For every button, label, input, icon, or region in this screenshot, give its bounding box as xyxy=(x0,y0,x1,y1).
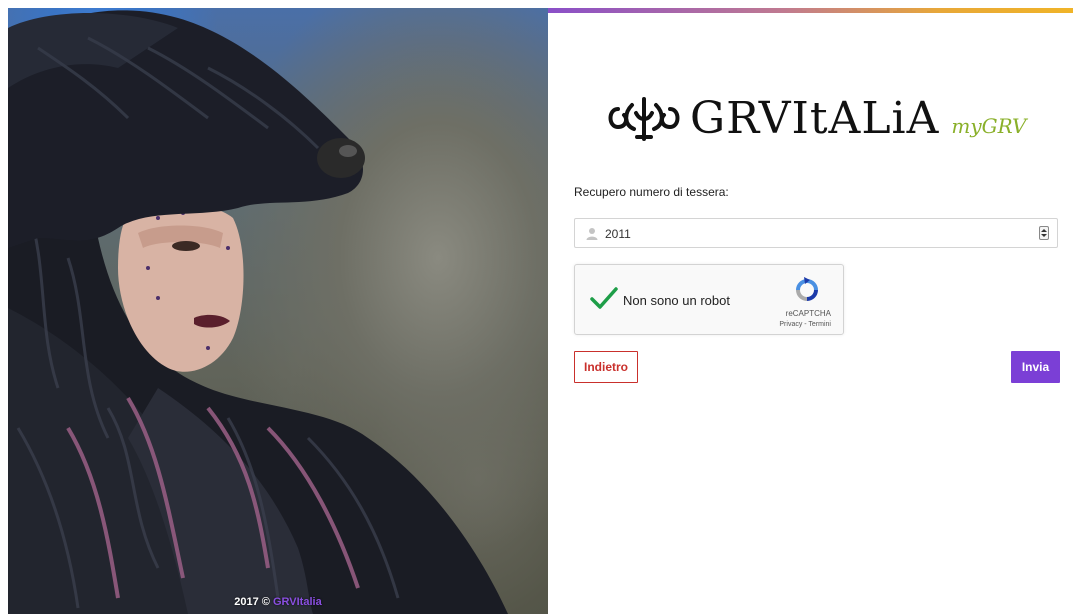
recaptcha-logo-icon xyxy=(796,277,818,301)
logo-symbol-icon xyxy=(608,97,680,141)
checkmark-icon[interactable] xyxy=(589,285,619,311)
form-panel: GRVItALiA myGRV Recupero numero di tesse… xyxy=(548,13,1073,614)
back-button[interactable]: Indietro xyxy=(574,351,638,383)
background-photo: 2017 © GRVItalia xyxy=(8,8,548,614)
send-button[interactable]: Invia xyxy=(1011,351,1060,383)
captcha-label: Non sono un robot xyxy=(623,293,730,308)
captcha-brand: reCAPTCHA xyxy=(785,309,831,318)
logo-text: GRVItALiA xyxy=(690,93,940,144)
page: 2017 © GRVItalia GRVItALiA myGRV Recuper… xyxy=(0,0,1073,614)
caption-brand-link[interactable]: GRVItalia xyxy=(273,596,322,608)
captcha-links[interactable]: Privacy - Termini xyxy=(779,321,831,328)
card-number-label: Recupero numero di tessera: xyxy=(574,185,729,199)
brand-logo: GRVItALiA myGRV xyxy=(604,89,1026,149)
photo-caption: 2017 © GRVItalia xyxy=(8,596,548,608)
spinner-down-icon[interactable] xyxy=(1041,234,1047,237)
number-spinner[interactable] xyxy=(1039,226,1049,240)
card-number-value: 2011 xyxy=(605,227,631,241)
photo-illustration xyxy=(8,10,508,614)
logo-subtitle: myGRV xyxy=(951,114,1027,138)
recaptcha-widget[interactable]: Non sono un robot reCAPTCHA Privacy - Te… xyxy=(574,264,844,335)
user-icon xyxy=(586,228,598,240)
card-number-input[interactable]: 2011 xyxy=(574,218,1058,248)
spinner-up-icon[interactable] xyxy=(1041,229,1047,232)
caption-year: 2017 © xyxy=(234,596,270,608)
